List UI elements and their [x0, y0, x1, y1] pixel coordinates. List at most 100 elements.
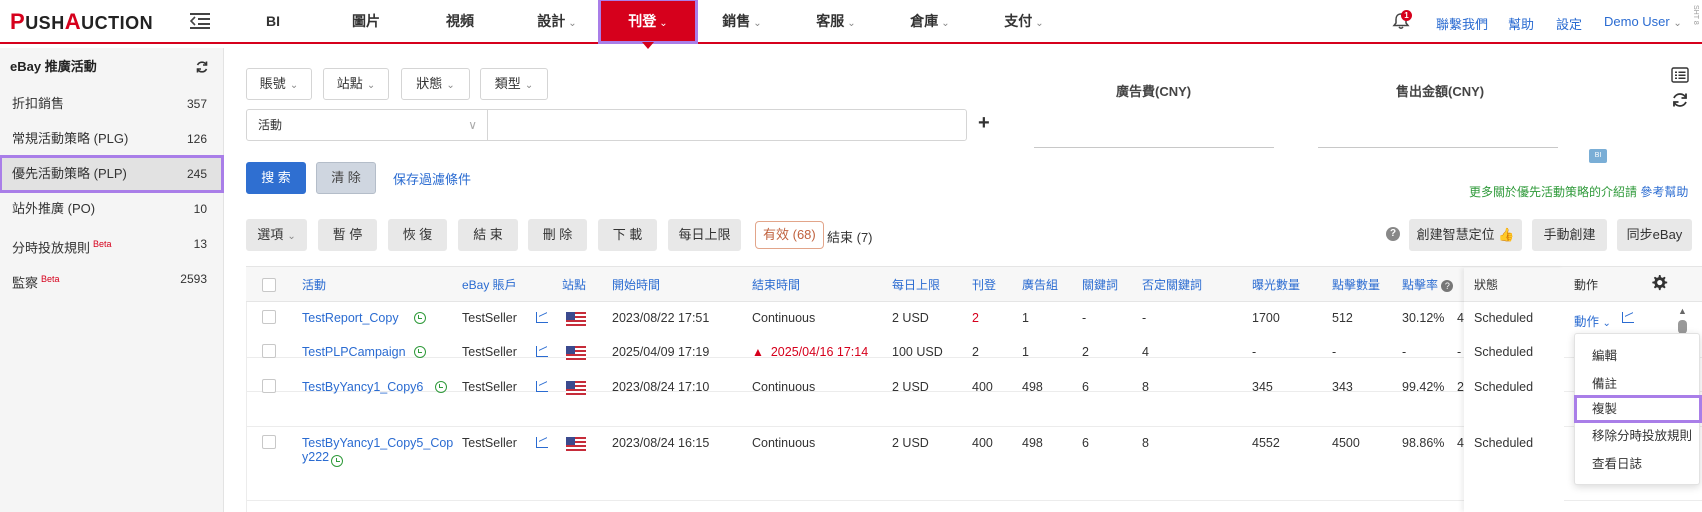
sidebar-item-discount-sales[interactable]: 折扣銷售 357 [0, 87, 223, 121]
sidebar-item-monitor[interactable]: 監察 Beta 2593 [0, 262, 223, 296]
col-ctr[interactable]: 點擊率 ? [1402, 267, 1454, 303]
status-cell: Scheduled [1474, 380, 1534, 394]
select-all-checkbox[interactable] [262, 278, 276, 292]
site-filter[interactable]: 站點 ⌄ [323, 68, 389, 100]
nav-listing[interactable]: 刊登 ⌄ [598, 0, 698, 49]
listing-cell[interactable]: 2 [972, 311, 979, 325]
gear-icon[interactable] [1650, 274, 1668, 292]
sidebar-item-po[interactable]: 站外推廣 (PO) 10 [0, 192, 223, 226]
pause-button[interactable]: 暫 停 [318, 219, 377, 251]
col-activity[interactable]: 活動 [302, 267, 326, 303]
help-icon[interactable]: ? [1441, 279, 1454, 292]
us-flag-icon [566, 437, 586, 451]
chart-icon[interactable] [536, 346, 548, 357]
nav-sales[interactable]: 銷售 ⌄ [712, 0, 772, 42]
chart-icon[interactable] [536, 437, 548, 448]
campaign-name-link[interactable]: TestReport_Copy [302, 311, 399, 325]
campaign-name-link[interactable]: TestByYancy1_Copy5_Cop y222 [302, 436, 453, 464]
col-daily[interactable]: 每日上限 [892, 267, 940, 303]
campaign-name-link[interactable]: TestByYancy1_Copy6 [302, 380, 423, 394]
nav-payment[interactable]: 支付 ⌄ [994, 0, 1054, 42]
search-button[interactable]: 搜 索 [246, 162, 306, 194]
menu-item-edit[interactable]: 編輯 [1575, 343, 1701, 369]
tab-valid[interactable]: 有效 (68) [755, 221, 824, 249]
col-listing[interactable]: 刊登 [972, 267, 996, 303]
chart-icon[interactable] [536, 312, 548, 323]
notification-badge: 1 [1401, 10, 1412, 21]
listing-cell[interactable]: 2 [972, 345, 979, 359]
listing-cell[interactable]: 400 [972, 436, 993, 450]
campaign-name-link[interactable]: TestPLPCampaign [302, 345, 406, 359]
col-start[interactable]: 開始時間 [612, 267, 660, 303]
save-filter-link[interactable]: 保存過濾條件 [393, 169, 471, 188]
resume-button[interactable]: 恢 復 [388, 219, 447, 251]
add-condition-button[interactable]: + [978, 112, 990, 135]
help-link[interactable]: 幫助 [1508, 14, 1534, 33]
col-end[interactable]: 結束時間 [752, 267, 800, 303]
refresh-icon[interactable] [195, 60, 209, 74]
row-checkbox[interactable] [262, 379, 276, 393]
bi-mini-badge[interactable]: BI [1589, 149, 1607, 163]
campaign-search-input[interactable] [489, 110, 965, 140]
sync-ebay-button[interactable]: 同步eBay [1617, 219, 1692, 251]
col-account[interactable]: eBay 賬戶 [462, 267, 517, 303]
manual-create-button[interactable]: 手動創建 [1532, 219, 1607, 251]
delete-button[interactable]: 刪 除 [528, 219, 587, 251]
tab-ended[interactable]: 結束 (7) [827, 227, 873, 246]
menu-item-view-log[interactable]: 查看日誌 [1575, 451, 1701, 477]
listing-cell[interactable]: 400 [972, 380, 993, 394]
nav-video[interactable]: 視頻 [436, 0, 484, 42]
nav-warehouse[interactable]: 倉庫 ⌄ [900, 0, 960, 42]
status-cell: Scheduled [1474, 436, 1534, 450]
settings-link[interactable]: 設定 [1556, 14, 1582, 33]
start-time-cell: 2025/04/09 17:19 [612, 345, 710, 359]
chart-icon[interactable] [536, 381, 548, 392]
chevron-down-icon: ⌄ [941, 18, 950, 29]
nav-bi[interactable]: BI [252, 0, 294, 42]
nav-customer-service[interactable]: 客服 ⌄ [806, 0, 866, 42]
download-button[interactable]: 下 載 [598, 219, 657, 251]
row-checkbox[interactable] [262, 310, 276, 324]
menu-collapse-icon[interactable] [190, 12, 210, 30]
row-checkbox[interactable] [262, 435, 276, 449]
daily-limit-button[interactable]: 每日上限 [668, 219, 741, 251]
scrollbar[interactable] [1678, 320, 1687, 334]
menu-item-note[interactable]: 備註 [1575, 371, 1701, 397]
create-smart-targeting-button[interactable]: 創建智慧定位 👍 [1409, 219, 1522, 251]
col-neg-keyword[interactable]: 否定關鍵詞 [1142, 267, 1202, 303]
list-view-icon[interactable] [1671, 67, 1689, 83]
sidebar-item-plp[interactable]: 優先活動策略 (PLP) 245 [0, 155, 224, 193]
clear-button[interactable]: 清 除 [316, 162, 376, 194]
row-checkbox[interactable] [262, 344, 276, 358]
menu-item-copy[interactable]: 複製 [1574, 395, 1702, 423]
status-filter[interactable]: 狀態 ⌄ [401, 68, 470, 100]
account-filter[interactable]: 賬號 ⌄ [246, 68, 312, 100]
col-impressions[interactable]: 曝光數量 [1252, 267, 1300, 303]
options-dropdown[interactable]: 選項 ⌄ [246, 219, 307, 251]
account-cell: TestSeller [462, 311, 517, 325]
clicks-cell: 512 [1332, 311, 1353, 325]
help-reference-link[interactable]: 參考幫助 [1640, 185, 1688, 199]
end-button[interactable]: 結 束 [458, 219, 518, 251]
user-menu[interactable]: Demo User ⌄ [1604, 14, 1682, 29]
scroll-up-icon[interactable]: ▲ [1678, 306, 1687, 316]
action-dropdown[interactable]: 動作 ⌄ [1574, 311, 1611, 330]
campaign-field-select[interactable]: 活動 ∨ [247, 110, 488, 140]
help-icon[interactable]: ? [1386, 227, 1400, 241]
col-clicks[interactable]: 點擊數量 [1332, 267, 1380, 303]
nav-design[interactable]: 設計 ⌄ [527, 0, 587, 42]
sidebar-item-time-rules[interactable]: 分時投放規則 Beta 13 [0, 227, 223, 261]
us-flag-icon [566, 381, 586, 395]
refresh-icon[interactable] [1671, 91, 1689, 109]
chart-icon[interactable] [1622, 312, 1634, 323]
menu-item-remove-time-rule[interactable]: 移除分時投放規則 [1575, 423, 1701, 449]
contact-us-link[interactable]: 聯繫我們 [1436, 14, 1488, 33]
sidebar-item-plg[interactable]: 常規活動策略 (PLG) 126 [0, 122, 223, 156]
nav-images[interactable]: 圖片 [343, 0, 389, 42]
col-site[interactable]: 站點 [562, 267, 586, 303]
col-keyword[interactable]: 關鍵詞 [1082, 267, 1118, 303]
campaign-search-box: 活動 ∨ [246, 109, 967, 141]
col-ad-group[interactable]: 廣告組 [1022, 267, 1058, 303]
logo[interactable]: PUSHAUCTION [10, 9, 153, 35]
type-filter[interactable]: 類型 ⌄ [480, 68, 548, 100]
